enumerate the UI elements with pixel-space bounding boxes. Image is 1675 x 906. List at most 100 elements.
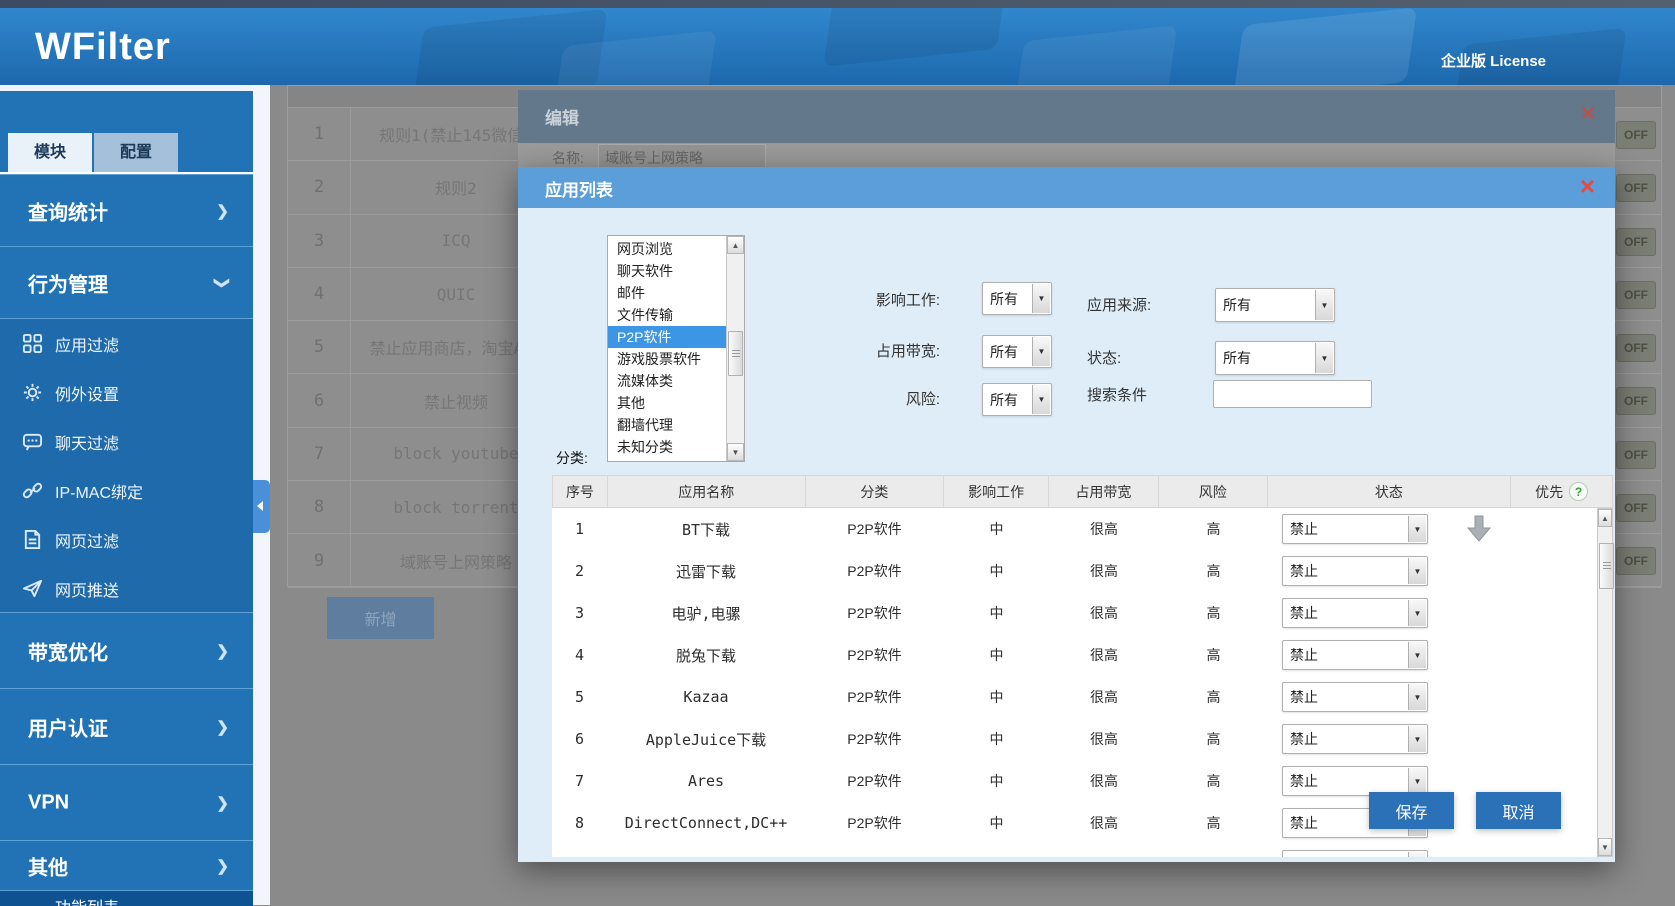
- status-select[interactable]: 禁止 ▼: [1282, 598, 1428, 628]
- sidebar-item-bandwidth-opt[interactable]: 带宽优化 ❯: [0, 612, 253, 689]
- app-dialog-titlebar: 应用列表 ×: [518, 167, 1615, 208]
- app-category: P2P软件: [805, 676, 944, 718]
- save-button[interactable]: 保存: [1369, 792, 1454, 829]
- app-work-impact: 中: [944, 634, 1049, 676]
- app-num: 4: [552, 634, 607, 676]
- keyboard-decoration: [823, 8, 1007, 67]
- close-icon: ×: [1581, 102, 1595, 126]
- category-item[interactable]: 流媒体类: [608, 370, 726, 392]
- row-number: 9: [288, 534, 351, 586]
- app-work-impact: 中: [944, 844, 1049, 857]
- chevron-down-icon: ▼: [1408, 768, 1426, 794]
- category-listbox[interactable]: 网页浏览聊天软件邮件文件传输P2P软件游戏股票软件流媒体类其他翻墙代理未知分类 …: [607, 235, 745, 462]
- thumb-grip: [1603, 562, 1611, 570]
- app-work-impact: 中: [944, 718, 1049, 760]
- app-category: P2P软件: [805, 760, 944, 802]
- app-category: P2P软件: [805, 634, 944, 676]
- sidebar-item-function-list[interactable]: 功能列表: [0, 890, 253, 906]
- filter-work-select[interactable]: 所有 ▼: [982, 282, 1052, 315]
- header-bandwidth: 占用带宽: [1049, 476, 1159, 507]
- app-risk: 高: [1159, 592, 1268, 634]
- tab-module[interactable]: 模块: [8, 133, 92, 172]
- scroll-up-button[interactable]: ▲: [1598, 509, 1612, 527]
- row-number: 8: [288, 481, 351, 533]
- page-icon: [22, 529, 43, 550]
- app-logo: WFilter: [35, 26, 171, 69]
- sidebar-item-app-filter[interactable]: 应用过滤: [0, 319, 253, 368]
- link-icon: [22, 480, 43, 501]
- table-row: 4 脱兔下载 P2P软件 中 很高 高 禁止 ▼: [552, 634, 1597, 676]
- close-icon[interactable]: ×: [1580, 173, 1595, 199]
- app-num: 5: [552, 676, 607, 718]
- status-select[interactable]: 禁止 ▼: [1282, 682, 1428, 712]
- scrollbar-thumb[interactable]: [1599, 543, 1614, 589]
- header-priority: 优先: [1535, 482, 1563, 502]
- sidebar-item-ip-mac-binding[interactable]: IP-MAC绑定: [0, 466, 253, 515]
- sidebar-collapse-handle[interactable]: [253, 480, 270, 533]
- filter-source-label: 应用来源:: [1087, 294, 1151, 315]
- row-number: 2: [288, 161, 351, 213]
- status-select[interactable]: 禁止 ▼: [1282, 514, 1428, 544]
- category-item[interactable]: 游戏股票软件: [608, 348, 726, 370]
- license-badge[interactable]: 企业版 License: [1441, 50, 1546, 71]
- category-item[interactable]: 翻墙代理: [608, 414, 726, 436]
- app-table-header: 序号 应用名称 分类 影响工作 占用带宽 风险 状态 优先 ?: [552, 475, 1613, 508]
- search-input[interactable]: [1213, 380, 1372, 408]
- priority-cell: [1512, 718, 1597, 760]
- add-rule-button: 新增: [327, 597, 434, 639]
- status-select[interactable]: 禁止 ▼: [1282, 724, 1428, 754]
- app-num: 6: [552, 718, 607, 760]
- table-row: 5 Kazaa P2P软件 中 很高 高 禁止 ▼: [552, 676, 1597, 718]
- category-item[interactable]: 文件传输: [608, 304, 726, 326]
- filter-work-label: 影响工作:: [818, 289, 940, 310]
- app-name: 脱兔下载: [607, 634, 805, 676]
- status-select[interactable]: 禁止 ▼: [1282, 850, 1428, 857]
- table-row: 1 BT下载 P2P软件 中 很高 高 禁止 ▼: [552, 508, 1597, 550]
- help-icon[interactable]: ?: [1569, 482, 1588, 501]
- filter-bandwidth-select[interactable]: 所有 ▼: [982, 335, 1052, 368]
- sidebar-item-query-stats[interactable]: 查询统计 ❯: [0, 174, 253, 247]
- category-item[interactable]: 网页浏览: [608, 238, 726, 260]
- scrollbar-thumb[interactable]: [728, 331, 743, 376]
- filter-risk-select[interactable]: 所有 ▼: [982, 383, 1052, 416]
- app-name: DirectConnect,DC++: [607, 802, 805, 844]
- sidebar-item-web-filter[interactable]: 网页过滤: [0, 515, 253, 564]
- sidebar-item-behavior-mgmt[interactable]: 行为管理 ❯: [0, 246, 253, 319]
- status-select[interactable]: 禁止 ▼: [1282, 640, 1428, 670]
- cancel-button[interactable]: 取消: [1476, 792, 1561, 829]
- filter-status-select[interactable]: 所有 ▼: [1215, 341, 1335, 375]
- header-category: 分类: [806, 476, 945, 507]
- tab-config[interactable]: 配置: [94, 133, 178, 172]
- app-category: P2P软件: [805, 592, 944, 634]
- category-item[interactable]: 聊天软件: [608, 260, 726, 282]
- app-risk: 高: [1159, 844, 1268, 857]
- app-work-impact: 中: [944, 592, 1049, 634]
- status-select[interactable]: 禁止 ▼: [1282, 556, 1428, 586]
- filter-source-select[interactable]: 所有 ▼: [1215, 288, 1335, 322]
- sidebar-item-user-auth[interactable]: 用户认证 ❯: [0, 688, 253, 765]
- sidebar-item-other[interactable]: 其他 ❯: [0, 840, 253, 891]
- app-list-dialog: 应用列表 × 网页浏览聊天软件邮件文件传输P2P软件游戏股票软件流媒体类其他翻墙…: [518, 167, 1615, 862]
- sidebar-item-exceptions[interactable]: 例外设置: [0, 368, 253, 417]
- category-item[interactable]: P2P软件: [608, 326, 726, 348]
- header-num: 序号: [553, 476, 608, 507]
- priority-down-icon[interactable]: [1466, 515, 1492, 543]
- keyboard-decoration: [1233, 8, 1417, 85]
- chevron-down-icon: ▼: [1408, 558, 1426, 584]
- category-item[interactable]: 未知分类: [608, 436, 726, 458]
- app-work-impact: 中: [944, 508, 1049, 550]
- chevron-down-icon: ▼: [1408, 726, 1426, 752]
- search-label: 搜索条件: [1087, 384, 1147, 405]
- scroll-down-button[interactable]: ▼: [727, 443, 744, 461]
- app-dialog-title: 应用列表: [545, 176, 613, 201]
- app-bandwidth: 很高: [1049, 634, 1159, 676]
- scroll-down-button[interactable]: ▼: [1598, 838, 1612, 856]
- chevron-left-icon: [257, 501, 263, 511]
- category-item[interactable]: 邮件: [608, 282, 726, 304]
- category-item[interactable]: 其他: [608, 392, 726, 414]
- sidebar-item-chat-filter[interactable]: 聊天过滤: [0, 417, 253, 466]
- scroll-up-button[interactable]: ▲: [727, 236, 744, 254]
- chevron-down-icon: ▼: [1032, 284, 1050, 313]
- sidebar-item-vpn[interactable]: VPN ❯: [0, 764, 253, 841]
- sidebar-item-web-push[interactable]: 网页推送: [0, 564, 253, 613]
